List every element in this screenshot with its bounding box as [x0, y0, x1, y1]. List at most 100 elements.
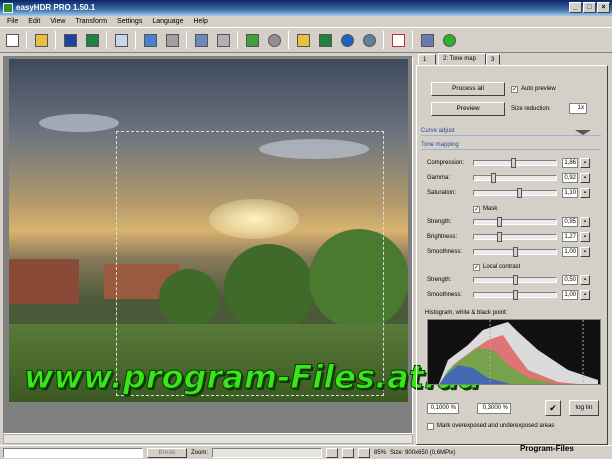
expand-icon[interactable]: [575, 130, 591, 135]
close-button[interactable]: ×: [597, 2, 610, 13]
maximize-button[interactable]: □: [583, 2, 596, 13]
lc-smoothness-label: Smoothness:: [427, 292, 463, 298]
refresh-icon[interactable]: [242, 30, 262, 50]
save-as-icon[interactable]: [82, 30, 102, 50]
reset-icon[interactable]: ▪: [580, 290, 590, 300]
minimize-button[interactable]: _: [569, 2, 582, 13]
mark-over-label: Mark overexposed and underexposed areas: [437, 423, 555, 429]
crop-selection[interactable]: [116, 131, 384, 396]
lc-smoothness-value[interactable]: 1,00: [562, 290, 578, 300]
reset-icon[interactable]: ▪: [580, 173, 590, 183]
gamma-value[interactable]: 0,92: [562, 173, 578, 183]
mask-strength-slider[interactable]: [473, 217, 557, 227]
mark-over-checkbox[interactable]: [427, 423, 434, 430]
mask-smoothness-slider[interactable]: [473, 247, 557, 257]
reset-icon[interactable]: ▪: [580, 188, 590, 198]
window-title: easyHDR PRO 1.50.1: [16, 3, 96, 12]
actual-size-icon[interactable]: [342, 447, 355, 458]
back-icon[interactable]: [140, 30, 160, 50]
menu-edit[interactable]: Edit: [23, 16, 45, 27]
menu-file[interactable]: File: [2, 16, 23, 27]
fit-icon[interactable]: [326, 447, 339, 458]
right-panel: 1 2: Tone map 3 Process all ✓ Auto previ…: [416, 53, 612, 445]
go-icon[interactable]: [439, 30, 459, 50]
folder-open-icon[interactable]: [293, 30, 313, 50]
size-reduction-select[interactable]: 1x: [569, 103, 587, 114]
app-icon: [3, 3, 13, 13]
reset-icon[interactable]: ▪: [580, 232, 590, 242]
brightness-slider[interactable]: [473, 232, 557, 242]
slider-thumb[interactable]: [516, 188, 522, 198]
save-green-icon[interactable]: [315, 30, 335, 50]
brand-text: Program-Files: [520, 444, 574, 453]
building: [9, 259, 79, 304]
lc-strength-slider[interactable]: [473, 275, 557, 285]
saturation-label: Saturation:: [427, 190, 457, 196]
fullscreen-icon[interactable]: [358, 447, 371, 458]
reset-icon[interactable]: ▪: [580, 158, 590, 168]
compression-value[interactable]: 1,86: [562, 158, 578, 168]
menu-language[interactable]: Language: [147, 16, 188, 27]
forward-icon[interactable]: [162, 30, 182, 50]
slider-thumb[interactable]: [491, 173, 497, 183]
checklist-icon[interactable]: [388, 30, 408, 50]
slider-thumb[interactable]: [497, 232, 503, 242]
size-reduction-label: Size reduction:: [511, 106, 551, 112]
curve-adjust-header[interactable]: Curve adjust: [421, 127, 601, 136]
slider-thumb[interactable]: [513, 247, 518, 257]
apply-check-button[interactable]: ✔: [545, 400, 561, 416]
brightness-value[interactable]: 1,27: [562, 232, 578, 242]
home-icon[interactable]: [417, 30, 437, 50]
log-lin-button[interactable]: log lin: [569, 400, 599, 416]
images-icon[interactable]: [213, 30, 233, 50]
saturation-value[interactable]: 1,10: [562, 188, 578, 198]
redo-icon[interactable]: [359, 30, 379, 50]
slider-thumb[interactable]: [513, 275, 518, 285]
slider-thumb[interactable]: [510, 158, 516, 168]
reset-icon[interactable]: ▪: [580, 275, 590, 285]
break-button[interactable]: Break: [147, 447, 187, 458]
process-all-button[interactable]: Process all: [431, 82, 505, 96]
mask-strength-label: Strength:: [427, 219, 452, 225]
tab-1[interactable]: 1: [418, 54, 436, 65]
toolbar: [0, 27, 612, 53]
slider-thumb[interactable]: [497, 217, 503, 227]
reset-icon[interactable]: ▪: [580, 217, 590, 227]
compression-slider[interactable]: [473, 158, 557, 168]
horizontal-scrollbar[interactable]: [3, 434, 413, 444]
compression-label: Compression:: [427, 160, 465, 166]
saturation-slider[interactable]: [473, 188, 557, 198]
tab-tone-map[interactable]: 2: Tone map: [438, 53, 486, 65]
mask-checkbox[interactable]: ✓: [473, 206, 480, 213]
local-contrast-checkbox[interactable]: ✓: [473, 264, 480, 271]
menu-help[interactable]: Help: [188, 16, 212, 27]
open-icon[interactable]: [31, 30, 51, 50]
save-icon[interactable]: [60, 30, 80, 50]
lc-strength-value[interactable]: 0,50: [562, 275, 578, 285]
image-size: Size: 900x650 (0,6MPix): [390, 449, 456, 456]
menu-transform[interactable]: Transform: [70, 16, 112, 27]
menu-view[interactable]: View: [45, 16, 70, 27]
white-point-field[interactable]: 0,3000 %: [477, 403, 511, 414]
lc-smoothness-slider[interactable]: [473, 290, 557, 300]
menu-bar: File Edit View Transform Settings Langua…: [0, 16, 612, 27]
mask-strength-value[interactable]: 0,95: [562, 217, 578, 227]
stop-icon[interactable]: [264, 30, 284, 50]
zoom-slider[interactable]: [212, 447, 323, 458]
auto-preview-checkbox[interactable]: ✓: [511, 86, 518, 93]
black-point-field[interactable]: 0,1000 %: [427, 403, 459, 414]
preview-button[interactable]: Preview: [431, 102, 505, 116]
grid-icon[interactable]: [191, 30, 211, 50]
separator: [237, 31, 238, 49]
reset-icon[interactable]: ▪: [580, 247, 590, 257]
new-icon[interactable]: [2, 30, 22, 50]
separator: [383, 31, 384, 49]
menu-settings[interactable]: Settings: [112, 16, 147, 27]
slider-thumb[interactable]: [513, 290, 518, 300]
mask-smoothness-value[interactable]: 1,00: [562, 247, 578, 257]
tab-3[interactable]: 3: [486, 54, 500, 65]
copy-icon[interactable]: [111, 30, 131, 50]
gamma-slider[interactable]: [473, 173, 557, 183]
histogram[interactable]: [427, 319, 601, 385]
undo-icon[interactable]: [337, 30, 357, 50]
